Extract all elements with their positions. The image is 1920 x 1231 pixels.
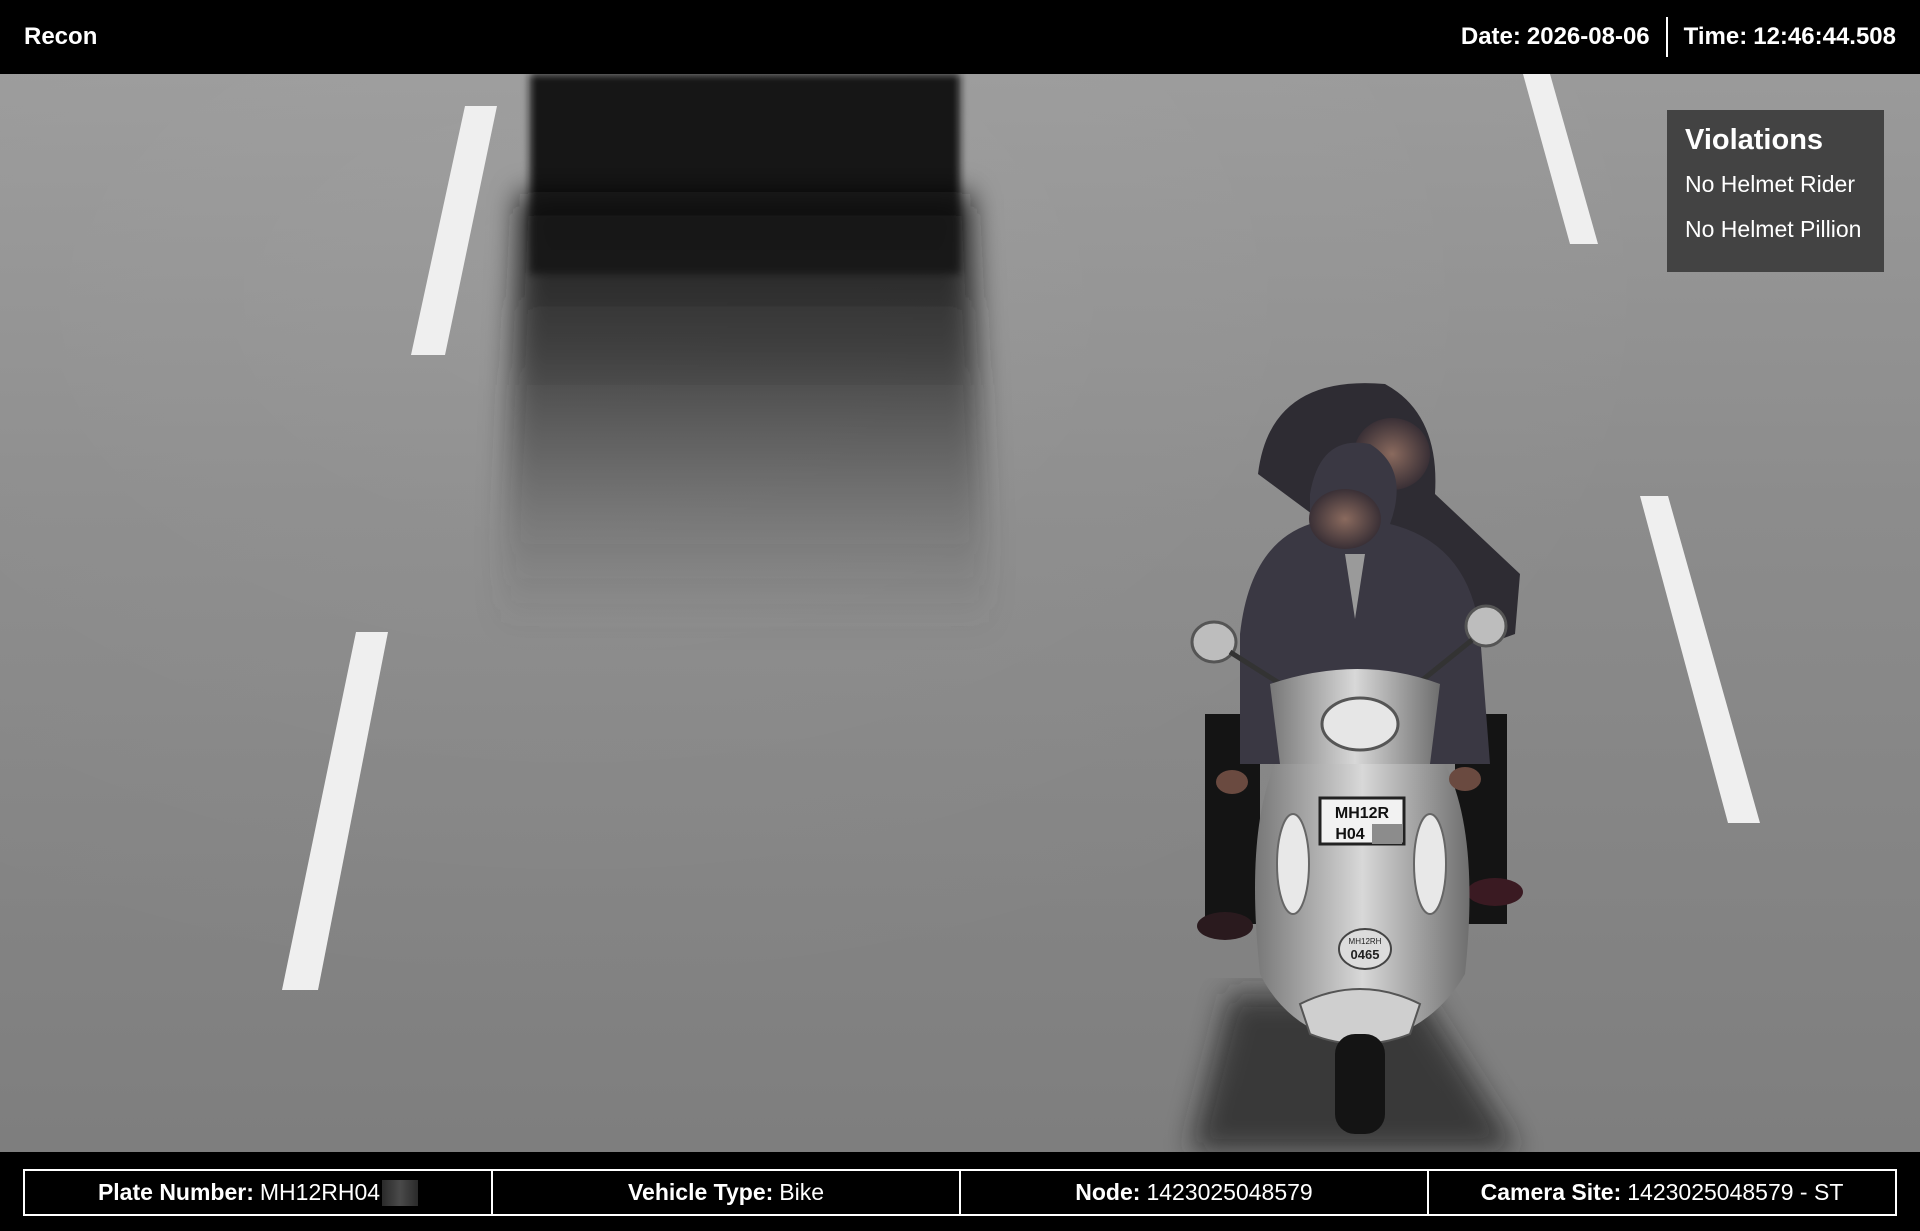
front-number-line-2: 0465 [1351, 947, 1380, 962]
bottom-bar: Plate Number: MH12RH04 Vehicle Type: Bik… [0, 1152, 1920, 1231]
plate-mask [1372, 824, 1402, 844]
vehicle-type-label: Vehicle Type: [627, 1179, 774, 1205]
lane-mark-right-top [1523, 74, 1598, 244]
vehicle-type-value: Bike [779, 1179, 825, 1205]
node-cell: Node: 1423025048579 [961, 1171, 1429, 1214]
date-value: 2026-08-06 [1526, 23, 1650, 50]
plate-number-value: MH12RH04 [259, 1179, 381, 1205]
vehicle-shadow [500, 74, 990, 634]
camera-site-cell: Camera Site: 1423025048579 - ST [1429, 1171, 1895, 1214]
time-value: 12:46:44.508 [1753, 23, 1896, 50]
violations-panel: Violations No Helmet Rider No Helmet Pil… [1667, 110, 1884, 272]
top-bar: Recon Date: 2026-08-06 Time: 12:46:44.50… [0, 0, 1920, 74]
number-plate: MH12R H04 [1318, 796, 1406, 846]
camera-frame: MH12R H04 MH12RH 0465 Violations No Helm… [0, 74, 1920, 1152]
plate-number-label: Plate Number: [97, 1179, 254, 1205]
violation-item: No Helmet Pillion [1685, 216, 1862, 242]
header-divider [1665, 17, 1668, 57]
plate-number-cell: Plate Number: MH12RH04 [25, 1171, 493, 1214]
road-scene: MH12R H04 MH12RH 0465 [282, 74, 1760, 1152]
date-label: Date: [1460, 23, 1521, 50]
lane-markings [282, 74, 1760, 990]
node-value: 1423025048579 [1146, 1179, 1313, 1205]
violations-title: Violations [1685, 124, 1824, 156]
lane-mark-left-bottom [282, 632, 388, 990]
lane-mark-right-bottom [1640, 496, 1760, 823]
timestamp: Date: 2026-08-06 Time: 12:46:44.508 [1461, 17, 1896, 57]
plate-line-2: H04 [1335, 826, 1364, 843]
info-table: Plate Number: MH12RH04 Vehicle Type: Bik… [23, 1169, 1897, 1216]
app-title: Recon [24, 23, 98, 50]
front-number-line-1: MH12RH [1349, 937, 1382, 946]
plate-line-1: MH12R [1335, 805, 1390, 822]
vehicle-type-cell: Vehicle Type: Bike [493, 1171, 961, 1214]
lane-mark-left-top [411, 106, 497, 355]
front-number: MH12RH 0465 [1338, 928, 1392, 970]
violation-item: No Helmet Rider [1685, 171, 1855, 197]
camera-site-value: 1423025048579 - ST [1627, 1179, 1844, 1205]
camera-site-label: Camera Site: [1480, 1179, 1622, 1205]
time-label: Time: [1683, 23, 1748, 50]
rider-face-blurred [1309, 489, 1381, 549]
node-label: Node: [1075, 1179, 1141, 1205]
plate-mask-block [382, 1179, 419, 1206]
